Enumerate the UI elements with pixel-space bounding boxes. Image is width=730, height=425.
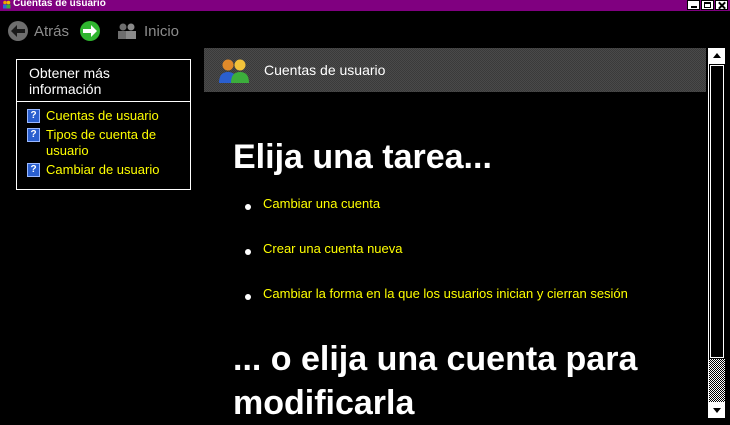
minimize-button[interactable] [687, 0, 700, 10]
close-button[interactable] [715, 0, 728, 10]
maximize-button[interactable] [701, 0, 714, 10]
task-create-account[interactable]: Crear una cuenta nueva [240, 241, 628, 288]
page-title: Cuentas de usuario [264, 62, 386, 78]
help-icon: ? [27, 128, 40, 142]
learn-more-panel: Obtener más información ? Cuentas de usu… [16, 59, 191, 190]
forward-arrow-icon [80, 21, 100, 41]
task-label: Crear una cuenta nueva [263, 241, 403, 256]
scroll-thumb[interactable] [710, 65, 724, 358]
learn-more-link-account-types[interactable]: ? Tipos de cuenta de usuario [27, 127, 190, 159]
scroll-track[interactable] [709, 359, 725, 402]
home-label: Inicio [144, 22, 180, 40]
learn-more-link-switch-user[interactable]: ? Cambiar de usuario [27, 162, 190, 178]
navigation-bar: Atrás Inicio [0, 14, 730, 48]
learn-more-link-user-accounts[interactable]: ? Cuentas de usuario [27, 108, 190, 124]
back-label: Atrás [34, 22, 70, 40]
scroll-up-button[interactable] [709, 48, 725, 64]
task-list: Cambiar una cuenta Crear una cuenta nuev… [240, 196, 628, 333]
task-label: Cambiar la forma en la que los usuarios … [263, 286, 628, 301]
help-icon: ? [27, 163, 40, 177]
users-icon [219, 59, 249, 83]
vertical-scrollbar[interactable] [708, 48, 725, 418]
account-heading: ... o elija una cuenta para modificarla [233, 340, 638, 422]
learn-more-links: ? Cuentas de usuario ? Tipos de cuenta d… [17, 102, 190, 178]
page-header: Cuentas de usuario [204, 48, 706, 92]
forward-button[interactable] [80, 19, 100, 43]
home-users-icon [118, 23, 136, 39]
task-label: Cambiar una cuenta [263, 196, 381, 211]
link-label: Tipos de cuenta de usuario [46, 127, 157, 158]
users-icon [3, 0, 11, 9]
back-button[interactable]: Atrás [8, 19, 69, 43]
home-button[interactable]: Inicio [116, 19, 179, 43]
help-icon: ? [27, 109, 40, 123]
link-label: Cuentas de usuario [46, 108, 159, 123]
title-bar[interactable]: Cuentas de usuario [0, 0, 730, 11]
back-arrow-icon [8, 21, 28, 41]
window-title: Cuentas de usuario [13, 0, 106, 9]
task-change-account[interactable]: Cambiar una cuenta [240, 196, 628, 243]
scroll-down-button[interactable] [709, 402, 725, 418]
task-change-logon[interactable]: Cambiar la forma en la que los usuarios … [240, 286, 628, 333]
link-label: Cambiar de usuario [46, 162, 160, 177]
window-controls [687, 0, 728, 10]
learn-more-title: Obtener más información [17, 60, 190, 102]
task-heading: Elija una tarea... [233, 138, 492, 176]
